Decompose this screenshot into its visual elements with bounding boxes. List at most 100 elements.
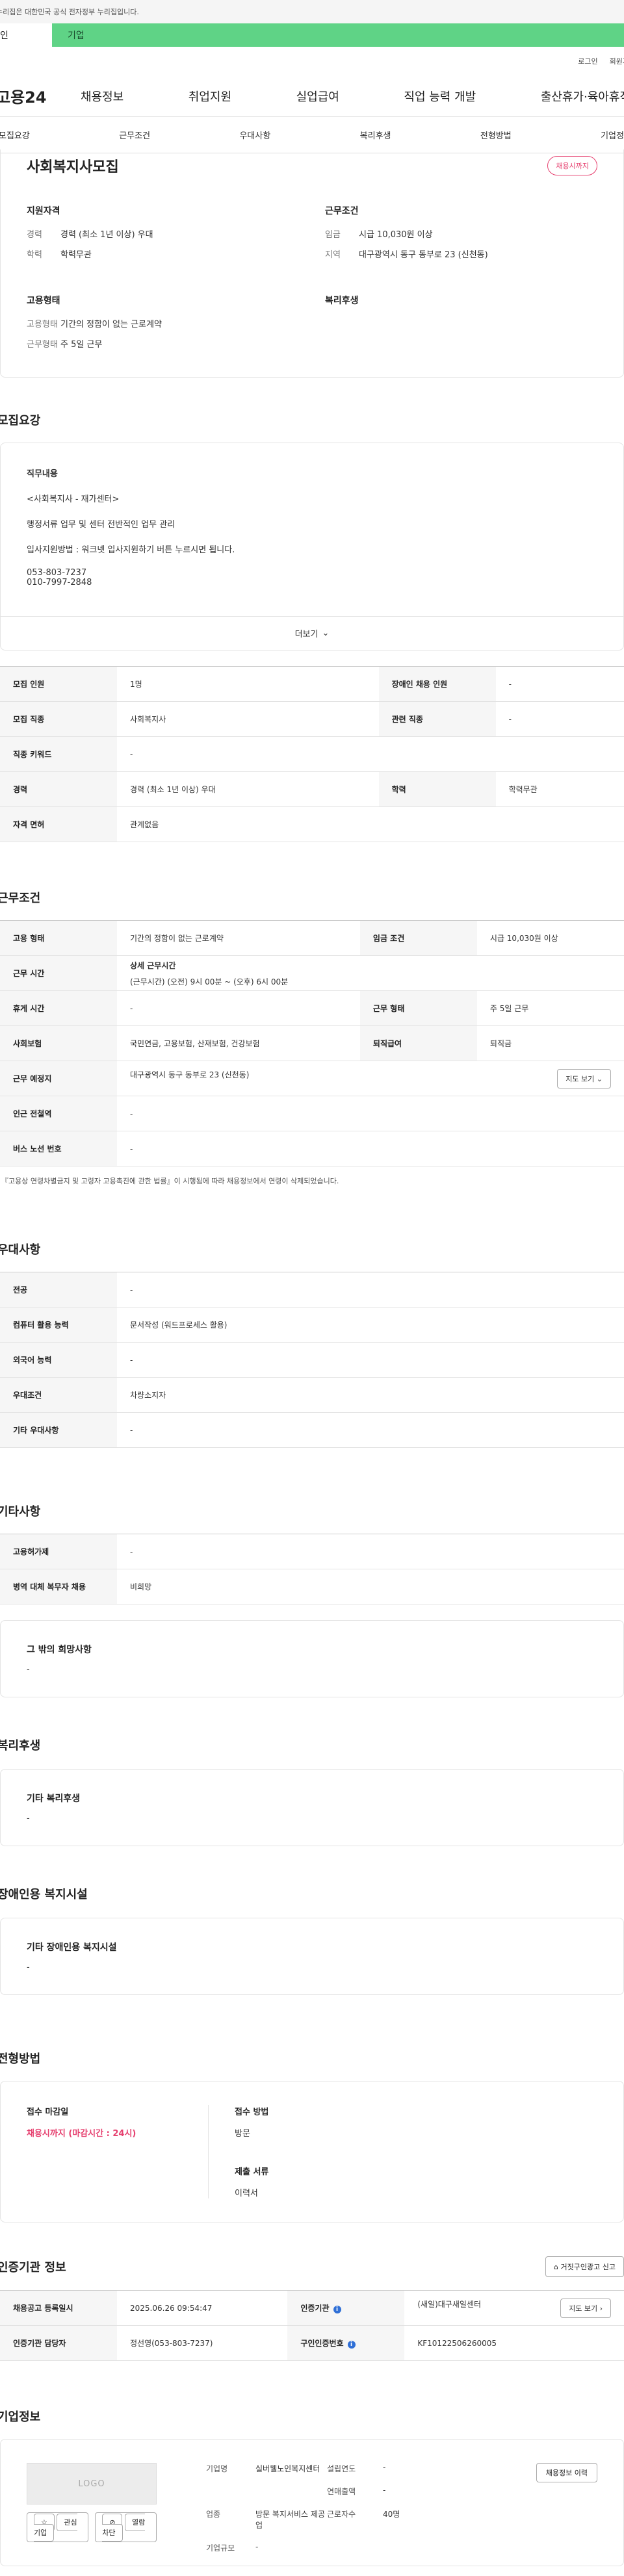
related-value: - <box>495 701 624 737</box>
industry-label: 업종 <box>206 2510 221 2519</box>
emp-type-value: 기간의 정함이 없는 근로계약 <box>60 320 162 329</box>
table-row: 우대조건 차량소지자 <box>0 1377 624 1413</box>
tab-company[interactable]: 기업 <box>52 23 624 47</box>
info-icon[interactable]: i <box>333 2306 341 2313</box>
staff-value: 40명 <box>383 2510 400 2519</box>
computer-value: 문서작성 (워드프로세스 활용) <box>117 1307 624 1343</box>
military-label: 병역 대체 복무자 채용 <box>0 1569 117 1604</box>
subnav-preference[interactable]: 우대사항 <box>239 129 270 141</box>
recruit-table: 모집 인원 1명 장애인 채용 인원 - 모집 직종 사회복지사 관련 직종 - 직종 … <box>0 666 624 842</box>
wage-value: 시급 10,030원 이상 <box>359 230 433 240</box>
info-icon[interactable]: i <box>347 2341 356 2349</box>
map-button[interactable]: 지도 보기 ⌄ <box>557 1068 611 1088</box>
chevron-down-icon: ⌄ <box>322 628 330 638</box>
interest-button[interactable]: ☆ 관심기업 <box>27 2512 89 2542</box>
subway-value: - <box>117 1096 624 1131</box>
cert-map-button[interactable]: 지도 보기 › <box>560 2298 611 2318</box>
report-button[interactable]: ⌂ 거짓구인광고 신고 <box>545 2256 624 2277</box>
insurance-value: 국민연금, 고용보험, 산재보험, 건강보험 <box>117 1025 360 1061</box>
edu-label: 학력 <box>27 250 42 260</box>
welfare-section-title: 복리후생 <box>0 1739 41 1753</box>
career-row-value: 경력 (최소 1년 이상) 우대 <box>117 771 379 807</box>
subnav-selection[interactable]: 전형방법 <box>480 129 512 141</box>
phone-2: 010-7997-2848 <box>27 578 92 587</box>
year-label: 설립연도 <box>327 2464 356 2473</box>
gnb-item-training[interactable]: 직업 능력 개발 <box>404 88 476 105</box>
login-link[interactable]: 로그인 <box>578 56 597 66</box>
insurance-label: 사회보험 <box>0 1025 117 1061</box>
more-button[interactable]: 더보기 ⌄ <box>1 616 623 650</box>
bus-label: 버스 노선 번호 <box>0 1131 117 1166</box>
org-value: (새일)대구새일센터 <box>417 2299 482 2309</box>
signup-link[interactable]: 회원가 <box>610 56 624 66</box>
gnb-item-employment-support[interactable]: 취업지원 <box>188 88 231 105</box>
region-value: 대구광역시 동구 동부로 23 (신천동) <box>359 250 488 260</box>
offer-value: KF10122506260005 <box>404 2325 624 2361</box>
work-wage-value: 시급 10,030원 이상 <box>476 920 624 956</box>
conditions-title: 근무조건 <box>325 206 359 216</box>
job-desc-line: 입사지원방법 : 워크넷 입사지원하기 버튼 누르시면 됩니다. <box>27 545 235 555</box>
wage-label: 임금 <box>325 230 341 240</box>
gnb-item-leave[interactable]: 출산휴가·육아휴직 <box>541 88 624 105</box>
lang-value: - <box>117 1342 624 1378</box>
place-label: 근무 예정지 <box>0 1061 117 1096</box>
company-section-title: 기업정보 <box>0 2410 41 2424</box>
major-value: - <box>117 1272 624 1307</box>
table-row: 고용허가제 - <box>0 1534 624 1569</box>
work-days-value: 주 5일 근무 <box>60 340 103 350</box>
computer-label: 컴퓨터 활용 능력 <box>0 1307 117 1343</box>
table-row: 채용공고 등록일시 2025.06.26 09:54:47 인증기관 i (새일)대… <box>0 2290 624 2326</box>
site-logo[interactable]: 고용24 <box>0 84 81 107</box>
job-desc-line: <사회복지사 - 재가센터> <box>27 495 120 504</box>
military-value: 비희망 <box>117 1569 624 1604</box>
wish-box: 그 밖의 희망사항 - <box>0 1620 624 1697</box>
method-value: 방문 <box>235 2129 250 2139</box>
rest-value: - <box>117 990 360 1026</box>
keyword-label: 직종 키워드 <box>0 736 117 772</box>
job-desc-line: 행정서류 업무 및 센터 전반적인 업무 관리 <box>27 520 176 530</box>
reg-value: 2025.06.26 09:54:47 <box>117 2290 288 2326</box>
license-label: 자격 면허 <box>0 806 117 842</box>
industry-value: 방문 복지서비스 제공업 <box>255 2510 325 2530</box>
qualification-title: 지원자격 <box>27 206 60 216</box>
org-label-cell: 인증기관 i <box>287 2290 405 2326</box>
facility-box-title: 기타 장애인용 복지시설 <box>27 1942 117 1953</box>
subnav-work[interactable]: 근무조건 <box>119 129 150 141</box>
table-row: 모집 직종 사회복지사 관련 직종 - <box>0 701 624 737</box>
gnb-item-unemployment[interactable]: 실업급여 <box>296 88 339 105</box>
chevron-right-icon: › <box>599 2304 603 2313</box>
subnav-company[interactable]: 기업정보 <box>601 129 624 141</box>
career-row-label: 경력 <box>0 771 117 807</box>
job-value: 사회복지사 <box>117 701 379 737</box>
preference-table: 전공 - 컴퓨터 활용 능력 문서작성 (워드프로세스 활용) 외국어 능력 - 우대… <box>0 1272 624 1448</box>
headcount-value: 1명 <box>117 666 379 702</box>
map-button-label: 지도 보기 <box>566 1074 595 1083</box>
staff-label: 근로자수 <box>327 2510 356 2519</box>
history-button[interactable]: 채용정보 이력 <box>536 2463 597 2482</box>
block-button[interactable]: ⊘ 열람차단 <box>95 2512 157 2542</box>
sales-label: 연매출액 <box>327 2487 356 2496</box>
facility-section-title: 장애인용 복지시설 <box>0 1888 88 1901</box>
gov-notice-text: 누리집은 대한민국 공식 전자정부 누리집입니다. <box>0 8 139 16</box>
subnav-welfare[interactable]: 복리후생 <box>360 129 391 141</box>
phone-1: 053-803-7237 <box>27 568 87 578</box>
facility-box: 기타 장애인용 복지시설 - <box>0 1918 624 1995</box>
company-logo: LOGO <box>27 2463 157 2505</box>
work-wage-label: 임금 조건 <box>359 920 477 956</box>
work-type-label: 고용 형태 <box>0 920 117 956</box>
rest-label: 휴게 시간 <box>0 990 117 1026</box>
permit-value: - <box>117 1534 624 1569</box>
offer-label-cell: 구인인증번호 i <box>287 2325 405 2361</box>
career-value: 경력 (최소 1년 이상) 우대 <box>60 230 153 240</box>
cond-label: 우대조건 <box>0 1377 117 1413</box>
cert-table: 채용공고 등록일시 2025.06.26 09:54:47 인증기관 i (새일)대… <box>0 2290 624 2361</box>
other-table: 고용허가제 - 병역 대체 복무자 채용 비희망 <box>0 1534 624 1604</box>
table-row: 근무 시간 상세 근무시간 (근무시간) (오전) 9시 00분 ~ (오후) … <box>0 955 624 991</box>
gnb-item-jobs[interactable]: 채용정보 <box>81 88 124 105</box>
section-nav: 모집요강 근무조건 우대사항 복리후생 전형방법 기업정보 <box>0 117 624 153</box>
subnav-recruit[interactable]: 모집요강 <box>0 129 30 141</box>
form-value: 주 5일 근무 <box>476 990 624 1026</box>
hours-value: (근무시간) (오전) 9시 00분 ~ (오후) 6시 00분 <box>130 977 289 986</box>
table-row: 전공 - <box>0 1272 624 1307</box>
tab-personal[interactable]: 인 <box>0 23 52 47</box>
